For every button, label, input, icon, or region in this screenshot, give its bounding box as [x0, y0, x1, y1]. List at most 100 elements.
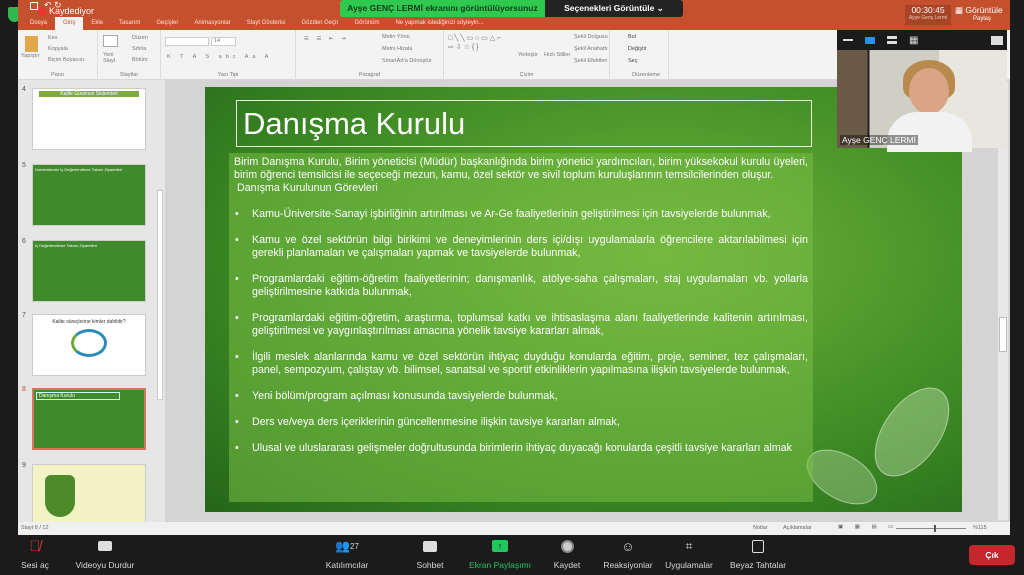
video-layout-toolbar: ▦ — [837, 30, 1007, 50]
notes-button[interactable]: Notlar — [753, 525, 768, 531]
scroll-thumb[interactable] — [999, 317, 1007, 352]
participant-video: Ayşe GENÇ LERMİ — [837, 50, 1007, 152]
stop-video-button[interactable]: Videoyu Durdur — [70, 535, 140, 575]
tab-insert[interactable]: Ekle — [83, 17, 111, 30]
font-name-select[interactable] — [165, 37, 209, 46]
thumbnail-title: Kalite süreçlerine kimler dahildir? — [52, 319, 126, 325]
arrange-button[interactable]: Yerleştir — [518, 52, 538, 58]
font-label: Yazı Tipi — [217, 72, 239, 78]
minimize-icon[interactable] — [843, 39, 853, 41]
participants-label: Katılımcılar — [325, 560, 369, 570]
zoom-level[interactable]: %115 — [973, 525, 987, 531]
slide-thumbnail-9[interactable] — [32, 464, 146, 526]
font-format-buttons[interactable]: K T A S abc Aa A — [167, 54, 272, 60]
tab-review[interactable]: Gözden Geçir — [293, 17, 346, 30]
slide-thumbnail-panel: 4 Kalite Güvence Sistemleri 5 Üniversite… — [18, 80, 165, 526]
thumbnail-number: 9 — [22, 462, 26, 469]
slide-thumbnail-7[interactable]: Kalite süreçlerine kimler dahildir? — [32, 314, 146, 376]
zoom-slider[interactable] — [896, 525, 966, 532]
video-panel: ▦ Ayşe GENÇ LERMİ — [837, 30, 1007, 152]
expand-icon[interactable] — [991, 35, 1003, 45]
smartart-button[interactable]: SmartArt'a Dönüştür — [382, 58, 432, 64]
tab-transitions[interactable]: Geçişler — [148, 17, 186, 30]
tab-file[interactable]: Dosya — [22, 17, 55, 30]
tab-slideshow[interactable]: Slayt Gösterisi — [239, 17, 294, 30]
shapes-gallery[interactable]: □ ╲ ╲ ▭ ○ ▭ △ ⌐ ⇨ ⇩ ☆ { } — [448, 34, 508, 52]
slide-thumbnail-4[interactable]: Kalite Güvence Sistemleri — [32, 88, 146, 150]
text-direction-button[interactable]: Metin Yönü — [382, 34, 410, 40]
zoom-meeting-toolbar: 🎙̸ Sesi aç Videoyu Durdur 👥 27 Katılımcılar… — [0, 535, 1024, 575]
slide-intro: Birim Danışma Kurulu, Birim yöneticisi (… — [234, 156, 808, 181]
select-button[interactable]: Seç — [628, 58, 637, 64]
share-small[interactable]: Paylaş — [973, 16, 1003, 22]
chat-button[interactable]: Sohbet — [410, 535, 450, 575]
tab-design[interactable]: Tasarım — [111, 17, 148, 30]
hand-illustration — [45, 475, 75, 517]
video-label: Videoyu Durdur — [75, 560, 135, 570]
format-painter-button[interactable]: Biçim Boyacısı — [48, 57, 84, 63]
participant-count: 27 — [350, 541, 359, 551]
new-slide-button[interactable]: Yeni Slayt — [103, 52, 123, 64]
view-buttons[interactable]: ▣ ▦ ▤ ▭ — [838, 524, 898, 530]
slide-subtitle: Danışma Kurulunun Görevleri — [237, 182, 378, 194]
participants-button[interactable]: 👥 27 Katılımcılar — [322, 535, 372, 575]
save-icon[interactable] — [30, 2, 38, 10]
paragraph-group: ☰ ☰ ⇤ ⇥ Metin Yönü Metni Hizala SmartArt… — [296, 30, 444, 80]
font-size-value: 14 — [214, 38, 221, 44]
replace-button[interactable]: Değiştir — [628, 46, 647, 52]
share-screen-button[interactable]: ↑ Ekran Paylaşımı — [468, 535, 532, 575]
slide-title[interactable]: Danışma Kurulu — [236, 100, 812, 147]
shape-fill-button[interactable]: Şekil Dolgusu — [574, 34, 608, 40]
shape-effects-button[interactable]: Şekil Efektleri — [574, 58, 607, 64]
find-button[interactable]: Bul — [628, 34, 636, 40]
editing-label: Düzenleme — [632, 72, 660, 78]
view-options-button[interactable]: Seçenekleri Görüntüle ⌄ — [545, 0, 683, 17]
reactions-button[interactable]: ☺ Reaksiyonlar — [603, 535, 652, 575]
slide-thumbnail-5[interactable]: Üniversitemiz İç Değerlendirme Takımı Zi… — [32, 164, 146, 226]
tell-me-input[interactable]: Ne yapmak istediğinizi söyleyin... — [387, 17, 491, 30]
participants-icon: 👥 27 — [335, 539, 359, 553]
leave-button[interactable]: Çık — [969, 545, 1015, 565]
tab-home[interactable]: Giriş — [55, 17, 84, 30]
video-camera-icon — [70, 535, 140, 557]
slide-body[interactable]: Birim Danışma Kurulu, Birim yöneticisi (… — [229, 153, 813, 502]
view-icon: ▦ — [955, 5, 964, 15]
current-slide[interactable]: Danışma Kurulu Birim Danışma Kurulu, Bir… — [205, 87, 962, 512]
gallery-view-icon[interactable]: ▦ — [909, 35, 918, 46]
list-item: Kamu ve özel sektörün bilgi birikimi ve … — [234, 234, 808, 260]
view-label: Görüntüle — [965, 5, 1003, 15]
slides-label: Slaytlar — [119, 72, 139, 78]
quick-styles-button[interactable]: Hızlı Stiller — [544, 52, 570, 58]
apps-button[interactable]: ⌗ Uygulamalar — [665, 535, 713, 575]
meeting-timer: 00:30:45 Ayşe Genç Lermi — [905, 5, 951, 25]
unmute-label: Sesi aç — [21, 560, 49, 570]
tab-view[interactable]: Görünüm — [346, 17, 387, 30]
reset-button[interactable]: Sıfırla — [132, 46, 146, 52]
copy-button[interactable]: Kopyala — [48, 46, 68, 52]
slide-thumbnail-8-selected[interactable]: Danışma Kurulu — [32, 388, 146, 450]
speaker-view-icon[interactable] — [865, 36, 875, 44]
new-slide-icon[interactable] — [103, 35, 118, 47]
view-button[interactable]: ▦ Görüntüle Paylaş — [955, 5, 1003, 22]
paste-icon[interactable] — [25, 36, 38, 52]
paste-button[interactable]: Yapıştır — [21, 53, 40, 59]
section-button[interactable]: Bölüm — [132, 57, 148, 63]
comments-button[interactable]: Açıklamalar — [783, 525, 812, 531]
list-buttons[interactable]: ☰ ☰ ⇤ ⇥ — [304, 36, 349, 42]
clipboard-group: Yapıştır Kes Kopyala Biçim Boyacısı Pano — [18, 30, 98, 80]
cut-button[interactable]: Kes — [48, 35, 57, 41]
align-text-button[interactable]: Metni Hizala — [382, 46, 412, 52]
tab-animations[interactable]: Animasyonlar — [186, 17, 238, 30]
stacked-view-icon[interactable] — [887, 36, 897, 44]
thumbnail-scrollbar[interactable] — [157, 190, 163, 400]
clipboard-label: Pano — [51, 72, 64, 78]
unmute-button[interactable]: 🎙̸ Sesi aç — [14, 535, 56, 575]
list-item: Programlardaki eğitim-öğretim faaliyetle… — [234, 273, 808, 299]
whiteboards-button[interactable]: Beyaz Tahtalar — [730, 535, 786, 575]
view-options-label: Seçenekleri Görüntüle — [564, 3, 655, 13]
shape-outline-button[interactable]: Şekil Anahattı — [574, 46, 608, 52]
layout-button[interactable]: Düzen — [132, 35, 148, 41]
record-button[interactable]: Kaydet — [548, 535, 586, 575]
slide-thumbnail-6[interactable]: İç Değerlendirme Takımı Ziyaretleri — [32, 240, 146, 302]
font-size-select[interactable]: 14 — [211, 37, 236, 46]
